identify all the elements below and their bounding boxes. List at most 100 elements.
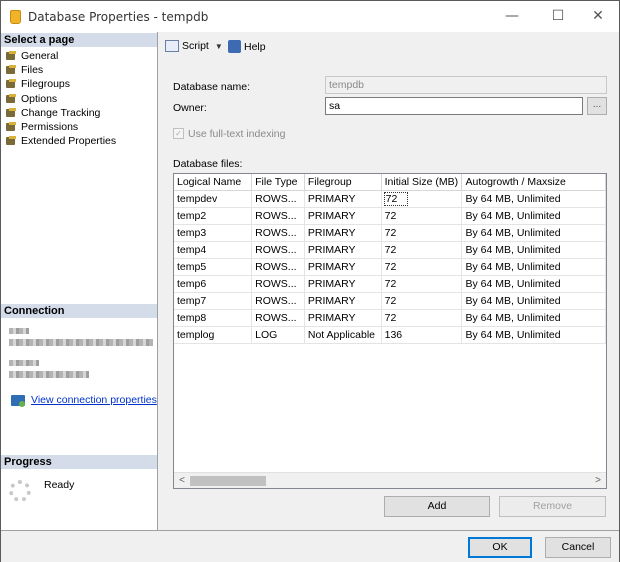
cell-initial-size[interactable]: 72 <box>381 207 463 225</box>
cell-initial-size[interactable]: 72 <box>381 275 463 293</box>
page-item-change-tracking[interactable]: Change Tracking <box>6 106 116 120</box>
column-header-file-type[interactable]: File Type <box>251 174 305 191</box>
cell-logical-name[interactable]: temp6 <box>174 275 253 293</box>
table-row[interactable]: temp7 ROWS... PRIMARY 72 By 64 MB, Unlim… <box>174 292 606 310</box>
page-item-files[interactable]: Files <box>6 63 116 77</box>
page-item-label: Options <box>21 92 58 105</box>
column-header-initial-size[interactable]: Initial Size (MB) <box>381 174 463 191</box>
database-icon <box>10 10 21 24</box>
cell-autogrowth[interactable]: By 64 MB, Unlimited <box>461 292 606 310</box>
table-row[interactable]: temp5 ROWS... PRIMARY 72 By 64 MB, Unlim… <box>174 258 606 276</box>
owner-field[interactable]: sa <box>325 97 583 115</box>
owner-browse-button[interactable]: ... <box>587 97 607 115</box>
cell-logical-name[interactable]: temp4 <box>174 241 253 259</box>
page-item-general[interactable]: General <box>6 49 116 63</box>
table-row[interactable]: tempdev ROWS... PRIMARY 72 By 64 MB, Unl… <box>174 190 606 208</box>
database-files-grid[interactable]: Logical Name File Type Filegroup Initial… <box>173 173 607 489</box>
help-button[interactable]: Help <box>228 40 266 53</box>
database-files-label: Database files: <box>173 158 243 170</box>
cell-logical-name[interactable]: temp7 <box>174 292 253 310</box>
cell-autogrowth[interactable]: By 64 MB, Unlimited <box>461 207 606 225</box>
page-item-options[interactable]: Options <box>6 92 116 106</box>
cell-filegroup[interactable]: PRIMARY <box>304 190 382 208</box>
minimize-button[interactable]: — <box>489 1 535 32</box>
progress-spinner-icon <box>9 480 31 502</box>
cell-filegroup[interactable]: PRIMARY <box>304 207 382 225</box>
cell-filegroup[interactable]: Not Applicable <box>304 326 382 344</box>
page-item-label: Change Tracking <box>21 106 101 119</box>
cell-file-type[interactable]: ROWS... <box>251 241 305 259</box>
table-row[interactable]: templog LOG Not Applicable 136 By 64 MB,… <box>174 326 606 344</box>
table-row[interactable]: temp4 ROWS... PRIMARY 72 By 64 MB, Unlim… <box>174 241 606 259</box>
page-icon <box>6 107 17 118</box>
cell-file-type[interactable]: ROWS... <box>251 309 305 327</box>
page-item-extended-properties[interactable]: Extended Properties <box>6 134 116 148</box>
close-button[interactable]: ✕ <box>575 1 620 32</box>
cell-autogrowth[interactable]: By 64 MB, Unlimited <box>461 224 606 242</box>
cell-logical-name[interactable]: templog <box>174 326 253 344</box>
cell-logical-name[interactable]: tempdev <box>174 190 253 208</box>
page-item-label: General <box>21 50 59 63</box>
cell-initial-size[interactable]: 72 <box>381 258 463 276</box>
view-connection-properties-link[interactable]: View connection properties <box>11 394 157 407</box>
column-header-filegroup[interactable]: Filegroup <box>304 174 382 191</box>
table-row[interactable]: temp2 ROWS... PRIMARY 72 By 64 MB, Unlim… <box>174 207 606 225</box>
cell-autogrowth[interactable]: By 64 MB, Unlimited <box>461 241 606 259</box>
cell-file-type[interactable]: LOG <box>251 326 305 344</box>
cell-initial-size[interactable]: 136 <box>381 326 463 344</box>
cell-initial-size[interactable]: 72 <box>381 224 463 242</box>
cell-initial-size[interactable]: 72 <box>381 292 463 310</box>
ok-button[interactable]: OK <box>468 537 532 558</box>
help-icon <box>228 40 241 53</box>
user-label-redacted <box>9 360 39 366</box>
script-button[interactable]: Script ▼ <box>165 40 223 52</box>
cell-file-type[interactable]: ROWS... <box>251 275 305 293</box>
fulltext-indexing-checkbox[interactable]: ✓ <box>173 128 184 139</box>
cell-initial-size[interactable]: 72 <box>381 190 463 208</box>
scroll-right-icon[interactable]: > <box>591 474 605 488</box>
page-item-filegroups[interactable]: Filegroups <box>6 77 116 91</box>
table-row[interactable]: temp6 ROWS... PRIMARY 72 By 64 MB, Unlim… <box>174 275 606 293</box>
cell-filegroup[interactable]: PRIMARY <box>304 292 382 310</box>
cell-file-type[interactable]: ROWS... <box>251 190 305 208</box>
cell-logical-name[interactable]: temp5 <box>174 258 253 276</box>
owner-label: Owner: <box>173 102 207 114</box>
column-header-autogrowth[interactable]: Autogrowth / Maxsize <box>461 174 606 191</box>
chevron-down-icon[interactable]: ▼ <box>215 42 223 51</box>
cell-file-type[interactable]: ROWS... <box>251 292 305 310</box>
remove-button[interactable]: Remove <box>499 496 606 517</box>
cell-autogrowth[interactable]: By 64 MB, Unlimited <box>461 258 606 276</box>
cell-file-type[interactable]: ROWS... <box>251 258 305 276</box>
cell-initial-size[interactable]: 72 <box>381 241 463 259</box>
scrollbar-thumb[interactable] <box>190 476 266 486</box>
cell-filegroup[interactable]: PRIMARY <box>304 275 382 293</box>
page-item-permissions[interactable]: Permissions <box>6 120 116 134</box>
cancel-button[interactable]: Cancel <box>545 537 611 558</box>
cell-filegroup[interactable]: PRIMARY <box>304 258 382 276</box>
horizontal-scrollbar[interactable]: < > <box>174 472 606 488</box>
cell-logical-name[interactable]: temp8 <box>174 309 253 327</box>
window-title: Database Properties - tempdb <box>28 10 209 24</box>
cell-autogrowth[interactable]: By 64 MB, Unlimited <box>461 309 606 327</box>
database-properties-window: Database Properties - tempdb — ☐ ✕ Selec… <box>0 0 620 562</box>
cell-initial-size[interactable]: 72 <box>381 309 463 327</box>
cell-initial-size-value[interactable]: 72 <box>383 191 409 206</box>
cell-logical-name[interactable]: temp2 <box>174 207 253 225</box>
table-row[interactable]: temp8 ROWS... PRIMARY 72 By 64 MB, Unlim… <box>174 309 606 327</box>
cell-autogrowth[interactable]: By 64 MB, Unlimited <box>461 190 606 208</box>
cell-logical-name[interactable]: temp3 <box>174 224 253 242</box>
toolbar: Script ▼ Help <box>159 32 619 60</box>
title-bar[interactable]: Database Properties - tempdb — ☐ ✕ <box>1 1 619 32</box>
cell-filegroup[interactable]: PRIMARY <box>304 224 382 242</box>
table-row[interactable]: temp3 ROWS... PRIMARY 72 By 64 MB, Unlim… <box>174 224 606 242</box>
cell-autogrowth[interactable]: By 64 MB, Unlimited <box>461 326 606 344</box>
cell-file-type[interactable]: ROWS... <box>251 207 305 225</box>
cell-file-type[interactable]: ROWS... <box>251 224 305 242</box>
cell-filegroup[interactable]: PRIMARY <box>304 309 382 327</box>
cell-autogrowth[interactable]: By 64 MB, Unlimited <box>461 275 606 293</box>
server-name-redacted <box>9 339 153 346</box>
cell-filegroup[interactable]: PRIMARY <box>304 241 382 259</box>
scroll-left-icon[interactable]: < <box>175 474 189 488</box>
add-button[interactable]: Add <box>384 496 490 517</box>
column-header-logical-name[interactable]: Logical Name <box>174 174 253 191</box>
